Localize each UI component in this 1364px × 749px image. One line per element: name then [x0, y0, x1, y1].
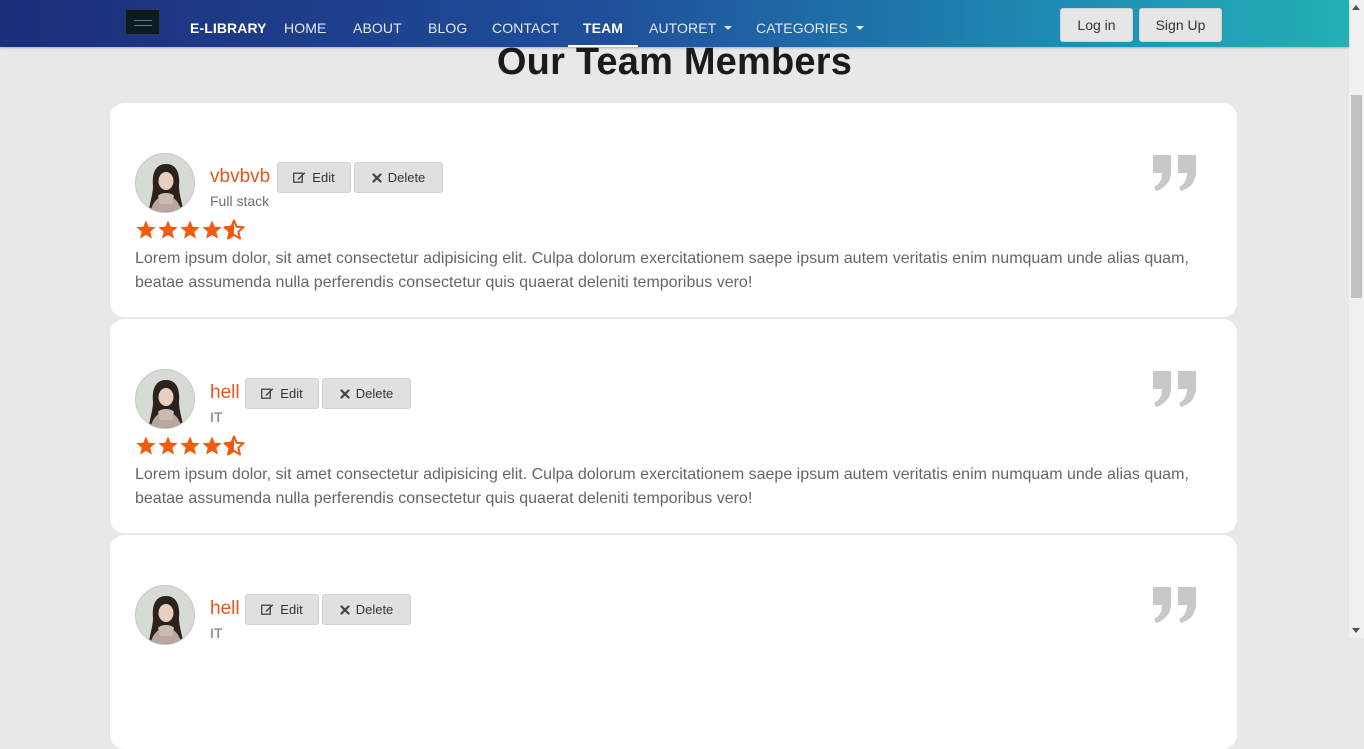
quote-icon [1151, 153, 1201, 193]
star-icon [202, 220, 222, 239]
member-avatar [135, 585, 195, 645]
nav-brand-link[interactable]: E-LIBRARY [190, 0, 267, 47]
scroll-up-arrow-icon[interactable] [1352, 5, 1360, 10]
nav-categories-label: CATEGORIES [756, 20, 848, 36]
edit-button-label: Edit [312, 170, 335, 185]
star-icon [180, 220, 200, 239]
page-scrollbar[interactable] [1349, 0, 1364, 638]
delete-button[interactable]: Delete [322, 594, 411, 625]
edit-icon [261, 380, 274, 409]
member-name: vbvbvb [210, 166, 271, 187]
member-role: Full stack [210, 193, 270, 209]
rating-stars [135, 435, 245, 457]
member-role: IT [210, 409, 223, 425]
page-title: Our Team Members [496, 41, 853, 83]
star-icon [136, 436, 156, 455]
team-member-card: hell Edit Delete IT [110, 535, 1237, 749]
quote-icon [1151, 369, 1201, 409]
scrollbar-thumb[interactable] [1351, 95, 1362, 298]
edit-icon [261, 596, 274, 625]
close-icon [340, 596, 350, 625]
team-member-card: hell Edit Delete IT Lorem ipsum dolor, s… [110, 319, 1237, 533]
member-name: hell [210, 382, 240, 403]
scroll-down-arrow-icon[interactable] [1352, 628, 1360, 633]
member-description: Lorem ipsum dolor, sit amet consectetur … [135, 466, 1189, 507]
member-role: IT [210, 625, 223, 641]
member-name: hell [210, 598, 240, 619]
nav-autoret-label: AUTORET [649, 20, 717, 36]
nav-autoret-dropdown[interactable]: AUTORET [649, 0, 733, 47]
nav-contact-link[interactable]: CONTACT [492, 0, 559, 47]
star-icon [202, 436, 222, 455]
edit-button[interactable]: Edit [245, 594, 319, 625]
delete-button-label: Delete [355, 386, 394, 401]
close-icon [372, 164, 382, 193]
star-icon [158, 436, 178, 455]
delete-button-label: Delete [355, 602, 394, 617]
quote-icon [1151, 585, 1201, 625]
delete-button[interactable]: Delete [354, 162, 443, 193]
delete-button[interactable]: Delete [322, 378, 411, 409]
close-icon [340, 380, 350, 409]
rating-stars [135, 219, 245, 241]
delete-button-label: Delete [387, 170, 426, 185]
signup-button[interactable]: Sign Up [1139, 8, 1222, 42]
chevron-down-icon [724, 26, 733, 31]
login-button[interactable]: Log in [1060, 8, 1133, 42]
chevron-down-icon [855, 26, 864, 31]
top-navbar: E-LIBRARY HOME ABOUT BLOG CONTACT TEAM A… [0, 0, 1349, 47]
star-icon [158, 220, 178, 239]
edit-button[interactable]: Edit [245, 378, 319, 409]
member-avatar [135, 369, 195, 429]
member-description: Lorem ipsum dolor, sit amet consectetur … [135, 250, 1189, 291]
nav-about-link[interactable]: ABOUT [353, 0, 402, 47]
star-icon [180, 436, 200, 455]
star-icon [136, 220, 156, 239]
site-logo[interactable] [125, 9, 160, 35]
nav-team-link[interactable]: TEAM [568, 0, 639, 47]
member-avatar [135, 153, 195, 213]
nav-blog-link[interactable]: BLOG [428, 0, 467, 47]
nav-home-link[interactable]: HOME [284, 0, 326, 47]
star-half-icon [223, 219, 245, 240]
star-half-icon [223, 435, 245, 456]
edit-button-label: Edit [280, 602, 303, 617]
edit-icon [293, 164, 306, 193]
nav-categories-dropdown[interactable]: CATEGORIES [756, 0, 864, 47]
team-member-card: vbvbvb Edit Delete Full stack Lorem ipsu… [110, 103, 1237, 317]
edit-button-label: Edit [280, 386, 303, 401]
edit-button[interactable]: Edit [277, 162, 351, 193]
